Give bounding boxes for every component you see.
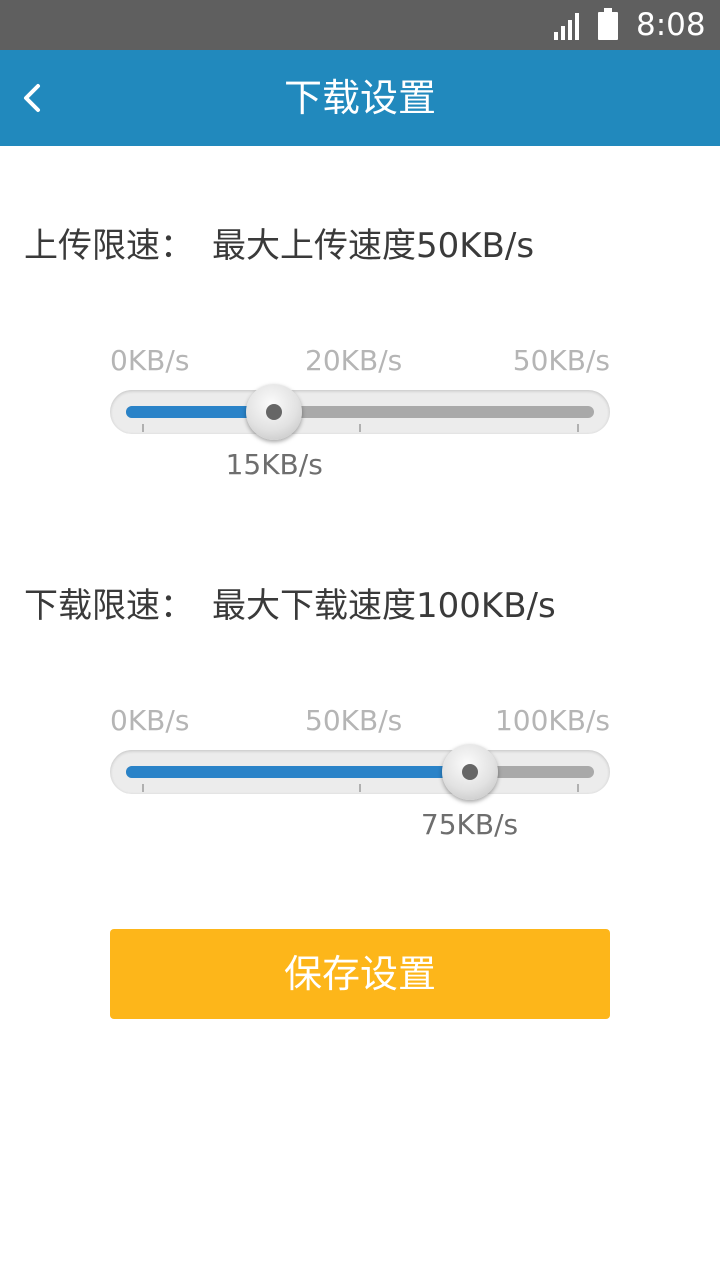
back-button[interactable] — [10, 68, 70, 128]
download-slider: 0KB/s 50KB/s 100KB/s 75KB/s — [110, 704, 610, 844]
upload-tick-mid: 20KB/s — [305, 344, 403, 377]
upload-current-value: 15KB/s — [225, 448, 323, 481]
download-slider-track[interactable] — [110, 744, 610, 800]
upload-slider-thumb[interactable] — [246, 384, 303, 440]
upload-limit-value: 最大上传速度50KB/s — [212, 226, 535, 266]
chevron-left-icon — [24, 84, 40, 112]
download-limit-key: 下载限速： — [24, 586, 194, 626]
download-track-fill — [126, 766, 470, 778]
upload-slider-track[interactable] — [110, 384, 610, 440]
upload-slider: 0KB/s 20KB/s 50KB/s 15KB/s — [110, 344, 610, 484]
upload-tick-mark — [359, 424, 361, 432]
page-title: 下载设置 — [283, 76, 436, 120]
save-settings-button[interactable]: 保存设置 — [110, 929, 610, 1019]
download-tick-mid: 50KB/s — [305, 704, 403, 737]
download-tick-mark — [577, 784, 579, 792]
download-limit-value: 最大下载速度100KB/s — [212, 586, 556, 626]
upload-tick-mark — [142, 424, 144, 432]
download-tick-max: 100KB/s — [494, 704, 610, 737]
status-time: 8:08 — [636, 7, 706, 43]
download-limit-label: 下载限速： 最大下载速度100KB/s — [24, 578, 556, 627]
download-tick-mark — [142, 784, 144, 792]
download-current-value: 75KB/s — [420, 808, 519, 841]
app-bar: 下载设置 — [0, 50, 720, 146]
upload-limit-label: 上传限速： 最大上传速度50KB/s — [24, 218, 534, 267]
upload-tick-max: 50KB/s — [512, 344, 610, 377]
download-tick-min: 0KB/s — [110, 704, 190, 737]
download-tick-mark — [359, 784, 361, 792]
battery-icon — [598, 8, 618, 40]
upload-tick-min: 0KB/s — [110, 344, 190, 377]
download-slider-thumb[interactable] — [441, 744, 498, 800]
upload-tick-mark — [577, 424, 579, 432]
status-bar: 8:08 — [0, 0, 720, 50]
signal-icon — [554, 13, 579, 40]
upload-limit-key: 上传限速： — [24, 226, 194, 266]
